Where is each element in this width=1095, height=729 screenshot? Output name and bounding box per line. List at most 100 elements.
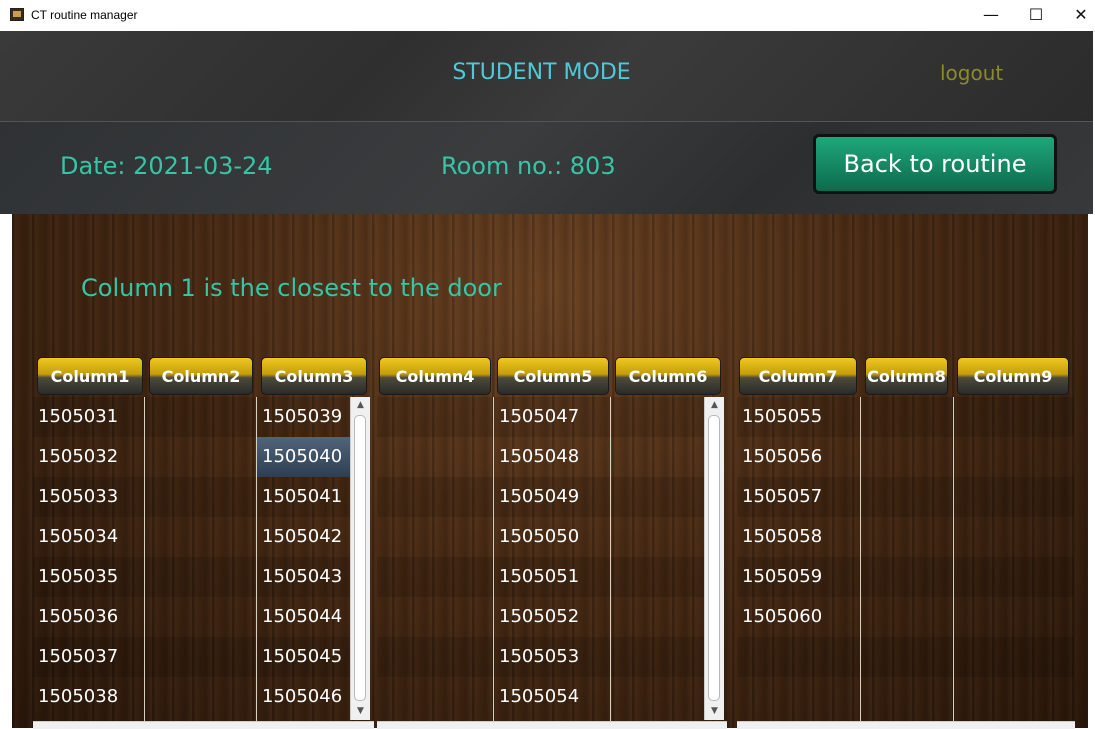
table-row[interactable]: 1505048 bbox=[494, 437, 610, 477]
table-row[interactable] bbox=[611, 597, 705, 637]
table-row[interactable] bbox=[145, 677, 256, 717]
table-row[interactable] bbox=[377, 597, 493, 637]
table-row[interactable] bbox=[145, 637, 256, 677]
table-row[interactable] bbox=[377, 557, 493, 597]
scroll-thumb[interactable] bbox=[354, 415, 366, 701]
column-header-column1[interactable]: Column1 bbox=[37, 357, 143, 395]
table-row[interactable] bbox=[611, 477, 705, 517]
table-row[interactable] bbox=[377, 677, 493, 717]
seat-cell[interactable]: 1505032 bbox=[38, 437, 118, 477]
seat-cell[interactable]: 1505052 bbox=[499, 597, 579, 637]
maximize-icon[interactable]: ☐ bbox=[1013, 0, 1059, 31]
table-row[interactable] bbox=[861, 557, 953, 597]
table-row[interactable] bbox=[377, 397, 493, 437]
seat-cell[interactable]: 1505038 bbox=[38, 677, 118, 717]
seat-cell[interactable]: 1505053 bbox=[499, 637, 579, 677]
table-row[interactable] bbox=[954, 477, 1074, 517]
seat-cell[interactable]: 1505034 bbox=[38, 517, 118, 557]
table-row[interactable] bbox=[861, 637, 953, 677]
column-header-column8[interactable]: Column8 bbox=[865, 357, 948, 395]
table-row[interactable]: 1505049 bbox=[494, 477, 610, 517]
seat-cell[interactable]: 1505050 bbox=[499, 517, 579, 557]
seat-cell[interactable]: 1505033 bbox=[38, 477, 118, 517]
seat-cell[interactable]: 1505048 bbox=[499, 437, 579, 477]
table-row[interactable] bbox=[954, 557, 1074, 597]
table-row[interactable]: 1505056 bbox=[737, 437, 860, 477]
table-row[interactable]: 1505054 bbox=[494, 677, 610, 717]
scroll-up-icon[interactable]: ▲ bbox=[351, 397, 370, 413]
table-row[interactable] bbox=[611, 437, 705, 477]
seat-cell[interactable]: 1505051 bbox=[499, 557, 579, 597]
seat-cell[interactable]: 1505044 bbox=[262, 597, 342, 637]
seat-cell[interactable]: 1505037 bbox=[38, 637, 118, 677]
seat-cell[interactable]: 1505036 bbox=[38, 597, 118, 637]
column-header-column4[interactable]: Column4 bbox=[379, 357, 491, 395]
table-row[interactable] bbox=[611, 677, 705, 717]
seat-cell[interactable]: 1505059 bbox=[742, 557, 822, 597]
close-icon[interactable]: ✕ bbox=[1058, 0, 1095, 31]
table-row[interactable] bbox=[954, 397, 1074, 437]
seat-cell[interactable]: 1505043 bbox=[262, 557, 342, 597]
table-row[interactable] bbox=[145, 597, 256, 637]
table-row[interactable] bbox=[611, 557, 705, 597]
seat-cell[interactable]: 1505041 bbox=[262, 477, 342, 517]
column-header-column6[interactable]: Column6 bbox=[615, 357, 721, 395]
seat-cell[interactable]: 1505055 bbox=[742, 397, 822, 437]
table-row[interactable]: 1505032 bbox=[33, 437, 144, 477]
table-row[interactable] bbox=[737, 637, 860, 677]
table-row[interactable]: 1505038 bbox=[33, 677, 144, 717]
table-row[interactable] bbox=[145, 477, 256, 517]
seat-cell[interactable]: 1505045 bbox=[262, 637, 342, 677]
table-row[interactable]: 1505058 bbox=[737, 517, 860, 557]
table-row[interactable]: 1505035 bbox=[33, 557, 144, 597]
table-row[interactable]: 1505037 bbox=[33, 637, 144, 677]
logout-link[interactable]: logout bbox=[940, 61, 1003, 85]
table-row[interactable] bbox=[954, 437, 1074, 477]
seat-cell[interactable]: 1505049 bbox=[499, 477, 579, 517]
scroll-down-icon[interactable]: ▼ bbox=[351, 703, 370, 719]
table-row[interactable] bbox=[145, 397, 256, 437]
table-row[interactable]: 1505031 bbox=[33, 397, 144, 437]
table-row[interactable] bbox=[377, 477, 493, 517]
table-row[interactable] bbox=[737, 677, 860, 717]
seat-cell[interactable]: 1505057 bbox=[742, 477, 822, 517]
table-row[interactable] bbox=[377, 637, 493, 677]
table-row[interactable] bbox=[611, 637, 705, 677]
table-row[interactable] bbox=[861, 677, 953, 717]
table-row[interactable] bbox=[954, 597, 1074, 637]
seat-cell[interactable]: 1505047 bbox=[499, 397, 579, 437]
seat-cell[interactable]: 1505056 bbox=[742, 437, 822, 477]
table-row[interactable] bbox=[145, 517, 256, 557]
scroll-up-icon[interactable]: ▲ bbox=[705, 397, 724, 413]
table-row[interactable]: 1505060 bbox=[737, 597, 860, 637]
table-row[interactable] bbox=[611, 517, 705, 557]
table-row[interactable] bbox=[954, 677, 1074, 717]
table-row[interactable] bbox=[861, 477, 953, 517]
table-row[interactable]: 1505034 bbox=[33, 517, 144, 557]
column-header-column9[interactable]: Column9 bbox=[957, 357, 1069, 395]
column-header-column2[interactable]: Column2 bbox=[149, 357, 253, 395]
table-row[interactable] bbox=[611, 397, 705, 437]
table-row[interactable] bbox=[377, 437, 493, 477]
seat-cell[interactable]: 1505042 bbox=[262, 517, 342, 557]
seat-cell[interactable]: 1505035 bbox=[38, 557, 118, 597]
table-row[interactable]: 1505057 bbox=[737, 477, 860, 517]
table-row[interactable]: 1505059 bbox=[737, 557, 860, 597]
table-row[interactable] bbox=[145, 557, 256, 597]
scroll-down-icon[interactable]: ▼ bbox=[705, 703, 724, 719]
vertical-scrollbar[interactable]: ▲ ▼ bbox=[350, 397, 370, 720]
table-row[interactable]: 1505051 bbox=[494, 557, 610, 597]
seat-cell[interactable]: 1505060 bbox=[742, 597, 822, 637]
table-row[interactable] bbox=[954, 517, 1074, 557]
seat-cell[interactable]: 1505031 bbox=[38, 397, 118, 437]
table-row[interactable]: 1505033 bbox=[33, 477, 144, 517]
scroll-thumb[interactable] bbox=[708, 415, 720, 701]
seat-cell[interactable]: 1505058 bbox=[742, 517, 822, 557]
vertical-scrollbar[interactable]: ▲ ▼ bbox=[704, 397, 724, 720]
table-row[interactable]: 1505050 bbox=[494, 517, 610, 557]
seat-cell[interactable]: 1505039 bbox=[262, 397, 342, 437]
minimize-icon[interactable]: — bbox=[968, 0, 1014, 31]
table-row[interactable] bbox=[377, 517, 493, 557]
table-row[interactable] bbox=[861, 517, 953, 557]
column-header-column5[interactable]: Column5 bbox=[497, 357, 609, 395]
